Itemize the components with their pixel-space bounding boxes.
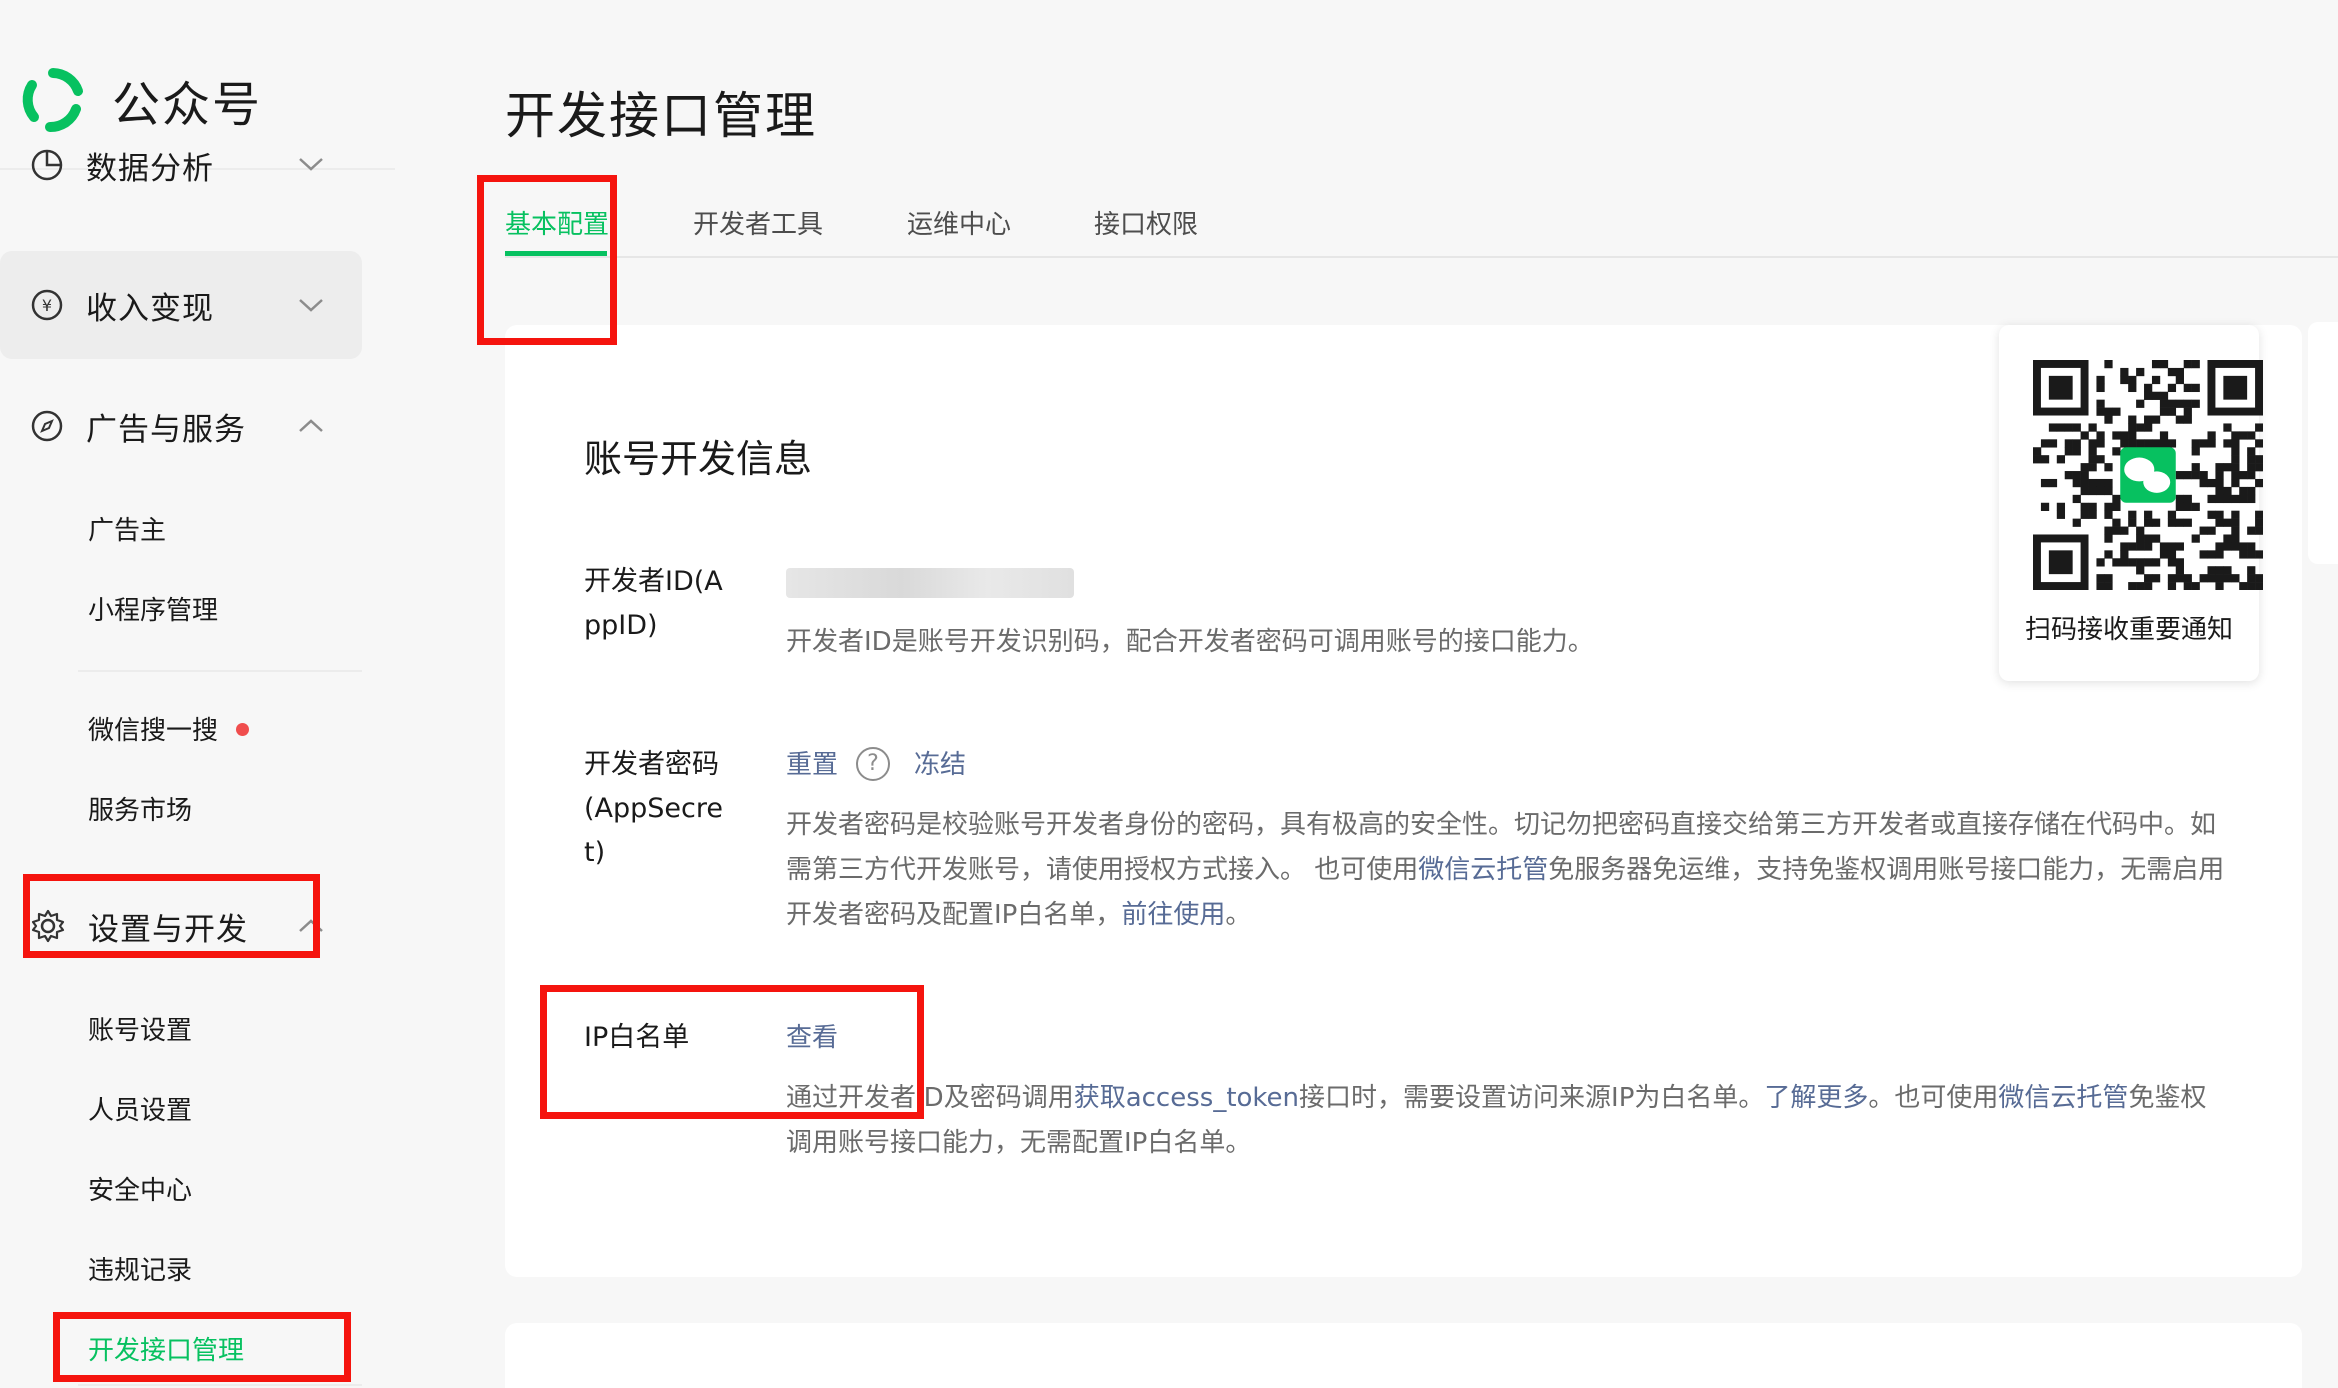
tabs-divider [505, 256, 2338, 258]
wechat-oa-logo-icon [22, 68, 83, 132]
annotation-box-tab [477, 175, 617, 345]
ip-whitelist-description: 通过开发者ID及密码调用获取access_token接口时，需要设置访问来源IP… [786, 1083, 2207, 1158]
sidebar-item-label: 微信搜一搜 [88, 716, 219, 746]
sidebar-item-advertiser[interactable]: 广告主 [88, 514, 166, 548]
pie-chart-icon [31, 149, 63, 181]
annotation-box-settings [23, 874, 320, 958]
chevron-up-icon[interactable] [296, 416, 326, 436]
get-access-token-link[interactable]: 获取access_token [1074, 1083, 1299, 1113]
learn-more-link[interactable]: 了解更多 [1764, 1083, 1868, 1113]
sidebar-item-violations[interactable]: 违规记录 [88, 1254, 192, 1288]
sidebar-group-label: 收入变现 [86, 290, 214, 327]
sidebar-group-label: 数据分析 [86, 150, 214, 187]
app-logo-row[interactable]: 公众号 [20, 62, 262, 138]
page-title: 开发接口管理 [505, 87, 817, 145]
qr-code-icon [2033, 360, 2263, 590]
reset-secret-link[interactable]: 重置 [786, 750, 838, 780]
appsecret-actions: 重置? 冻结 [786, 743, 966, 787]
appsecret-description: 开发者密码是校验账号开发者身份的密码，具有极高的安全性。切记勿把密码直接交给第三… [786, 810, 2225, 930]
app-title: 公众号 [112, 77, 263, 133]
appid-label: 开发者ID(A ppID) [584, 566, 723, 641]
appsecret-label: 开发者密码 (AppSecre t) [584, 749, 723, 868]
sidebar-item-account-settings[interactable]: 账号设置 [88, 1014, 192, 1048]
help-icon[interactable]: ? [856, 746, 891, 781]
go-use-link[interactable]: 前往使用 [1121, 900, 1225, 930]
section-title: 账号开发信息 [584, 437, 813, 481]
sidebar-item-member-settings[interactable]: 人员设置 [88, 1094, 192, 1128]
tab-api-permissions[interactable]: 接口权限 [1094, 204, 1198, 241]
sidebar-item-security-center[interactable]: 安全中心 [88, 1174, 192, 1208]
annotation-box-ip [540, 985, 924, 1119]
sidebar-item-service-market[interactable]: 服务市场 [88, 794, 192, 828]
sidebar-item-miniprogram[interactable]: 小程序管理 [88, 594, 218, 628]
wechat-cloud-link[interactable]: 微信云托管 [1998, 1083, 2128, 1113]
sidebar-group-monetization[interactable]: ¥ 收入变现 [0, 251, 362, 359]
sidebar-group-label: 广告与服务 [86, 411, 246, 448]
tab-developer-tools[interactable]: 开发者工具 [693, 204, 823, 241]
sidebar-divider [78, 670, 362, 672]
next-card [505, 1323, 2302, 1388]
notification-dot [236, 723, 250, 736]
wechat-cloud-link[interactable]: 微信云托管 [1418, 855, 1548, 885]
annotation-box-dev [53, 1312, 351, 1382]
appid-value-masked [786, 568, 1074, 598]
chevron-down-icon[interactable] [296, 154, 326, 174]
freeze-secret-link[interactable]: 冻结 [914, 750, 966, 780]
side-panel-edge [2308, 322, 2338, 564]
yen-circle-icon: ¥ [31, 289, 63, 321]
sidebar-group-ads-services[interactable]: 广告与服务 [0, 372, 362, 480]
sidebar-divider [78, 1384, 362, 1386]
tab-ops-center[interactable]: 运维中心 [907, 204, 1011, 241]
chevron-down-icon[interactable] [296, 295, 326, 315]
svg-text:¥: ¥ [42, 296, 52, 315]
compass-icon [31, 410, 63, 442]
qr-caption: 扫码接收重要通知 [2024, 615, 2233, 645]
sidebar-group-data-analysis[interactable]: 数据分析 [0, 130, 362, 240]
screen: 公众号 数据分析 ¥ 收入变现 广告与服务 广告主 小程序管理 微信搜一搜 服务… [0, 0, 2338, 1388]
sidebar-item-wechat-search[interactable]: 微信搜一搜 [88, 714, 250, 748]
